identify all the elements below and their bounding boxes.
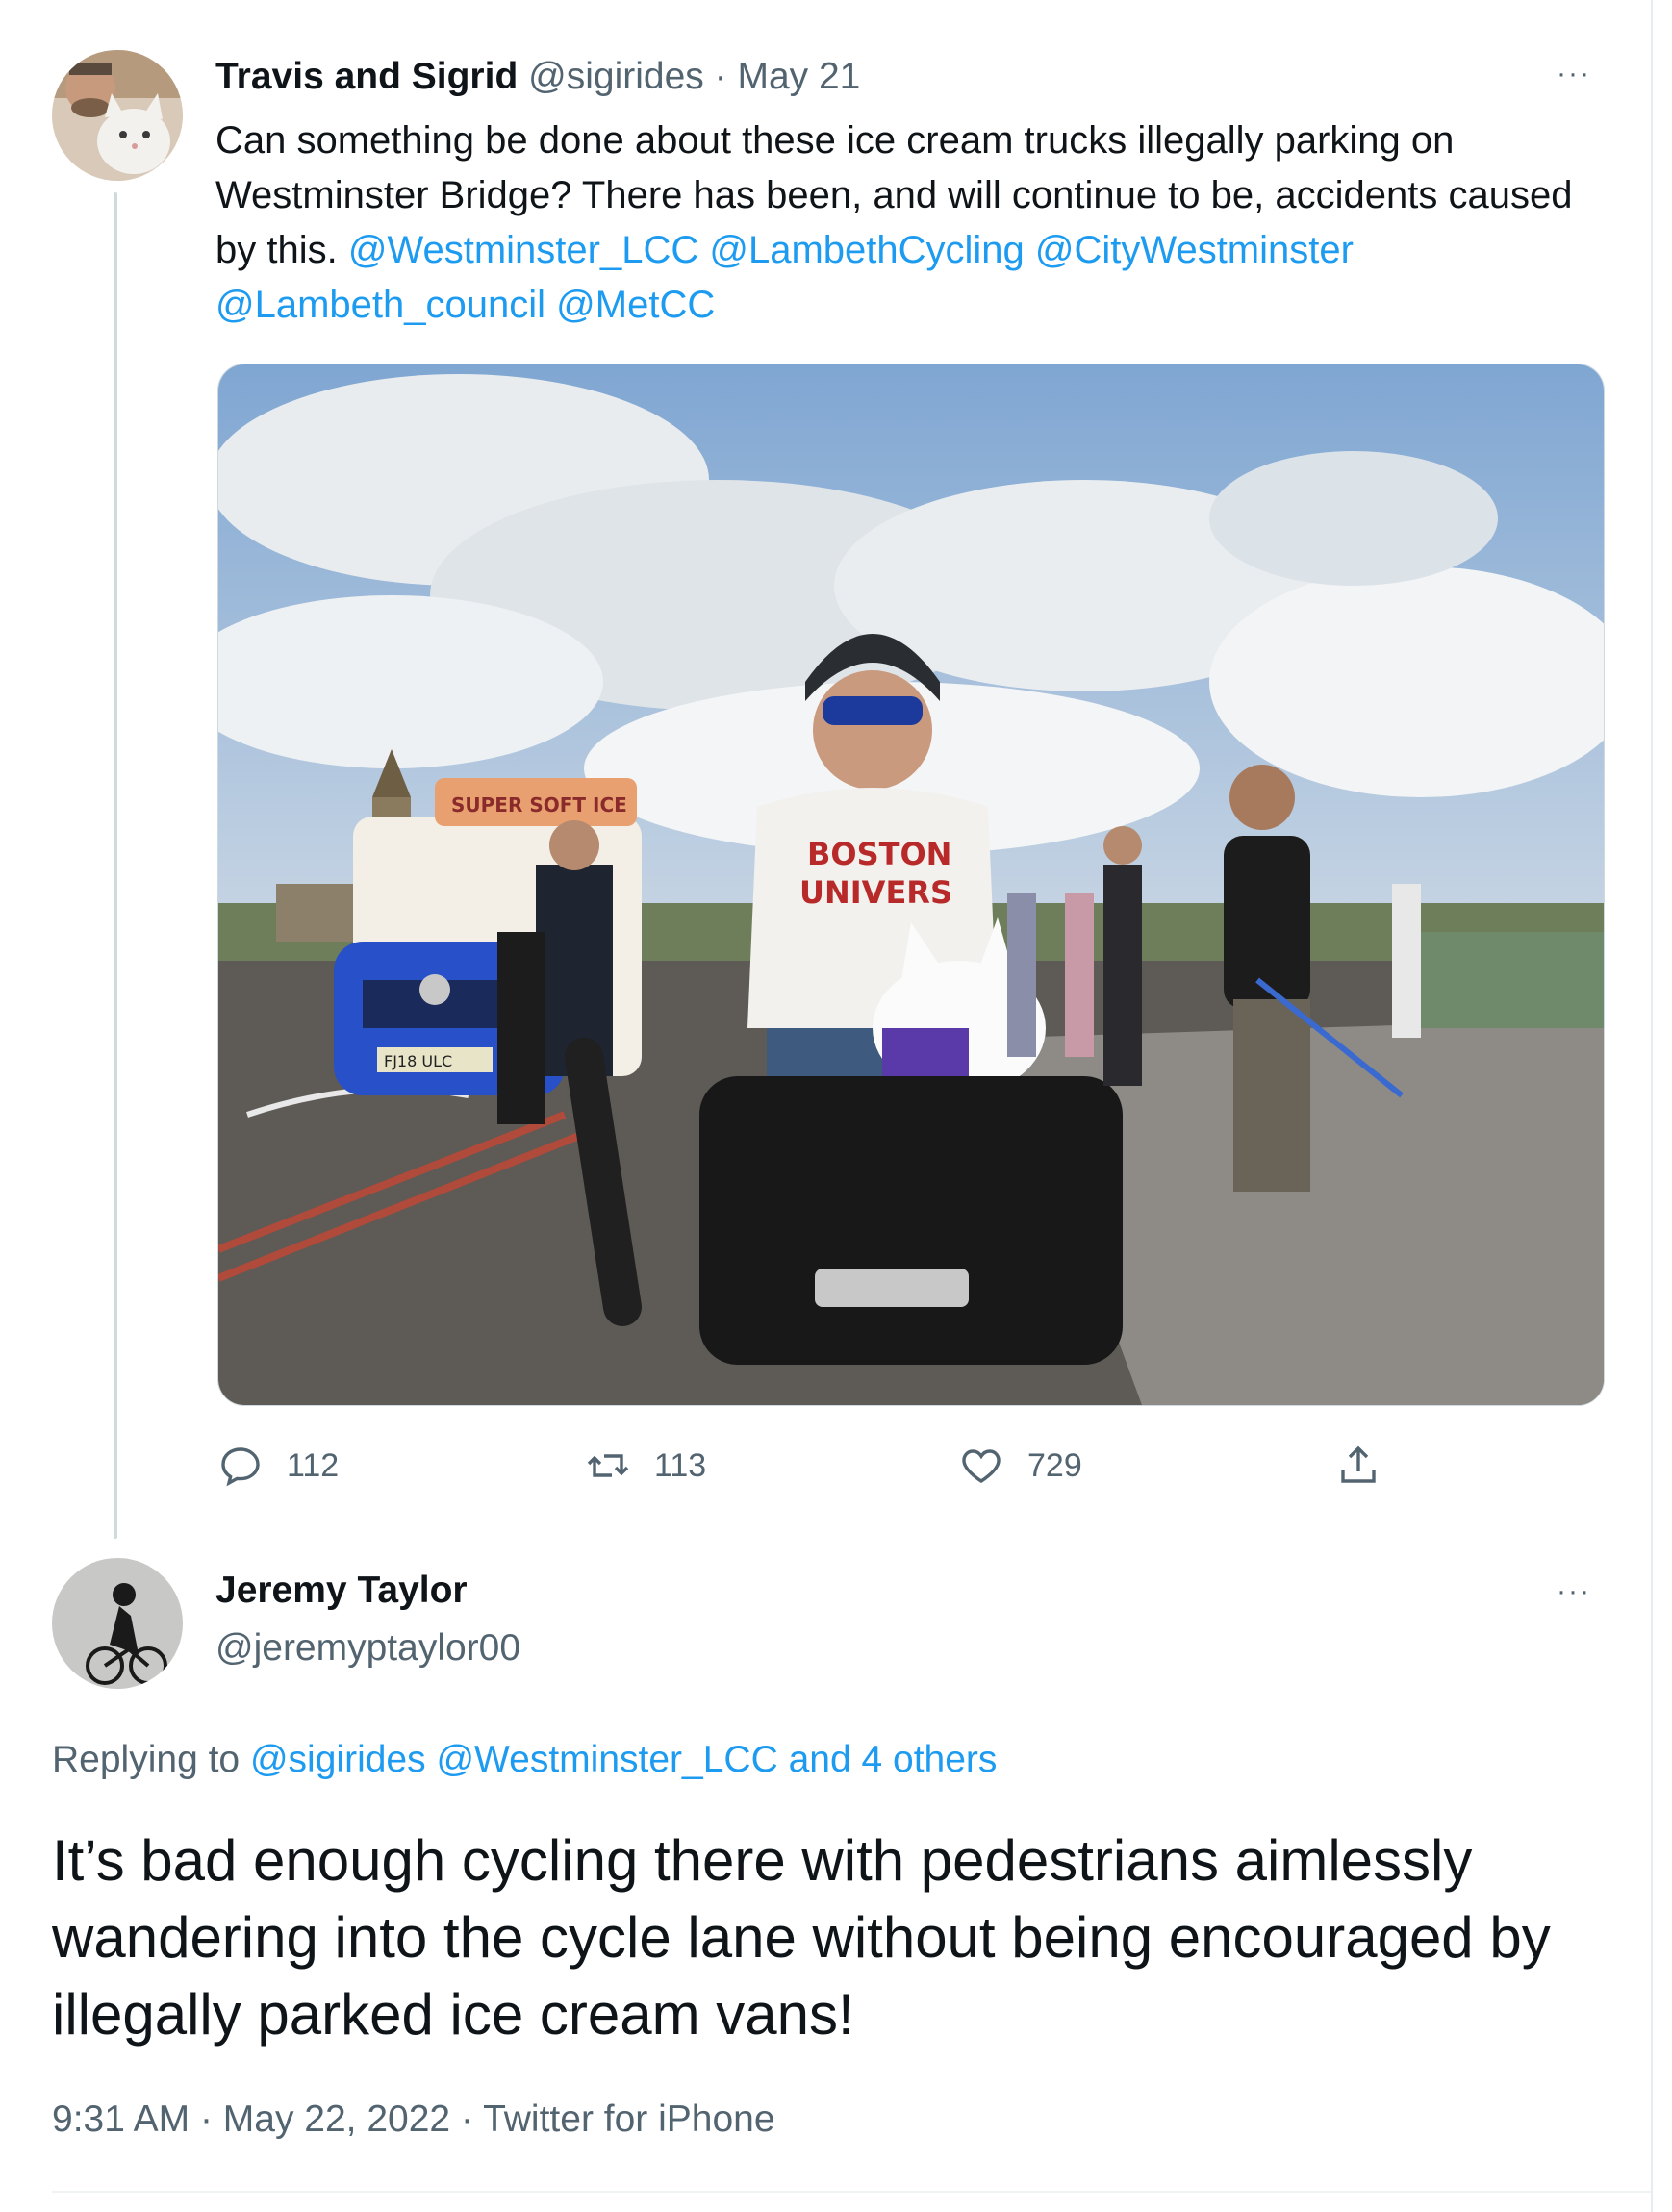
reply-icon <box>221 1447 260 1487</box>
mention-link[interactable]: @Westminster_LCC <box>348 229 698 271</box>
like-button[interactable]: 729 <box>958 1443 1082 1489</box>
replying-others-link[interactable]: and 4 others <box>789 1739 998 1780</box>
tweet-date[interactable]: May 21 <box>737 56 860 97</box>
reply-author-handle[interactable]: @jeremyptaylor00 <box>215 1627 520 1670</box>
reply-source[interactable]: Twitter for iPhone <box>483 2099 774 2140</box>
reply-tweet-text: It’s bad enough cycling there with pedes… <box>52 1828 1551 2047</box>
retweet-icon <box>587 1454 629 1477</box>
truck-sign-text: SUPER SOFT ICE <box>451 793 627 817</box>
reply-author-name[interactable]: Jeremy Taylor <box>215 1570 468 1612</box>
reply-author-avatar[interactable] <box>52 1558 183 1689</box>
shirt-line-1: BOSTON <box>807 836 951 872</box>
tweet-media-photo[interactable]: SUPER SOFT ICE FJ18 ULC BOSTON UNIVERS <box>217 364 1605 1406</box>
mention-link[interactable]: @CityWestminster <box>1035 229 1354 271</box>
thread-connector-line <box>114 192 117 1539</box>
like-count: 729 <box>1027 1446 1082 1484</box>
retweet-count: 113 <box>654 1446 707 1484</box>
reply-time[interactable]: 9:31 AM <box>52 2099 190 2140</box>
author-name[interactable]: Travis and Sigrid <box>215 56 518 97</box>
reply-button[interactable]: 112 <box>217 1443 339 1489</box>
meta-dot: · <box>199 2099 213 2140</box>
replying-prefix: Replying to <box>52 1739 241 1780</box>
author-handle[interactable]: @sigirides <box>528 56 704 97</box>
author-avatar[interactable] <box>52 50 183 181</box>
replying-handles-link[interactable]: @sigirides @Westminster_LCC <box>250 1739 778 1780</box>
more-icon[interactable]: ··· <box>1557 1575 1591 1608</box>
divider <box>52 2191 1651 2193</box>
tweet-text: Can something be done about these ice cr… <box>215 113 1591 333</box>
tweet-header: Travis and Sigrid @sigirides · May 21 <box>215 56 860 98</box>
share-icon <box>1341 1445 1376 1483</box>
mention-link[interactable]: @MetCC <box>556 284 715 326</box>
tweet-thread: Travis and Sigrid @sigirides · May 21 ··… <box>0 0 1653 2212</box>
meta-dot: · <box>460 2099 473 2140</box>
share-button[interactable] <box>1335 1443 1381 1489</box>
mention-link[interactable]: @Lambeth_council <box>215 284 545 326</box>
like-icon <box>962 1449 1001 1483</box>
reply-count: 112 <box>287 1446 340 1484</box>
plate-text: FJ18 ULC <box>384 1052 452 1070</box>
retweet-button[interactable]: 113 <box>585 1443 706 1489</box>
shirt-line-2: UNIVERS <box>799 874 952 911</box>
mention-link[interactable]: @LambethCycling <box>709 229 1024 271</box>
replying-to-line: Replying to @sigirides @Westminster_LCC … <box>52 1739 997 1781</box>
tweet-action-bar: 112 113 729 <box>217 1443 1410 1500</box>
reply-metadata: 9:31 AM · May 22, 2022 · Twitter for iPh… <box>52 2099 775 2141</box>
header-dot: · <box>714 56 727 97</box>
more-icon[interactable]: ··· <box>1557 58 1591 90</box>
reply-date[interactable]: May 22, 2022 <box>223 2099 450 2140</box>
